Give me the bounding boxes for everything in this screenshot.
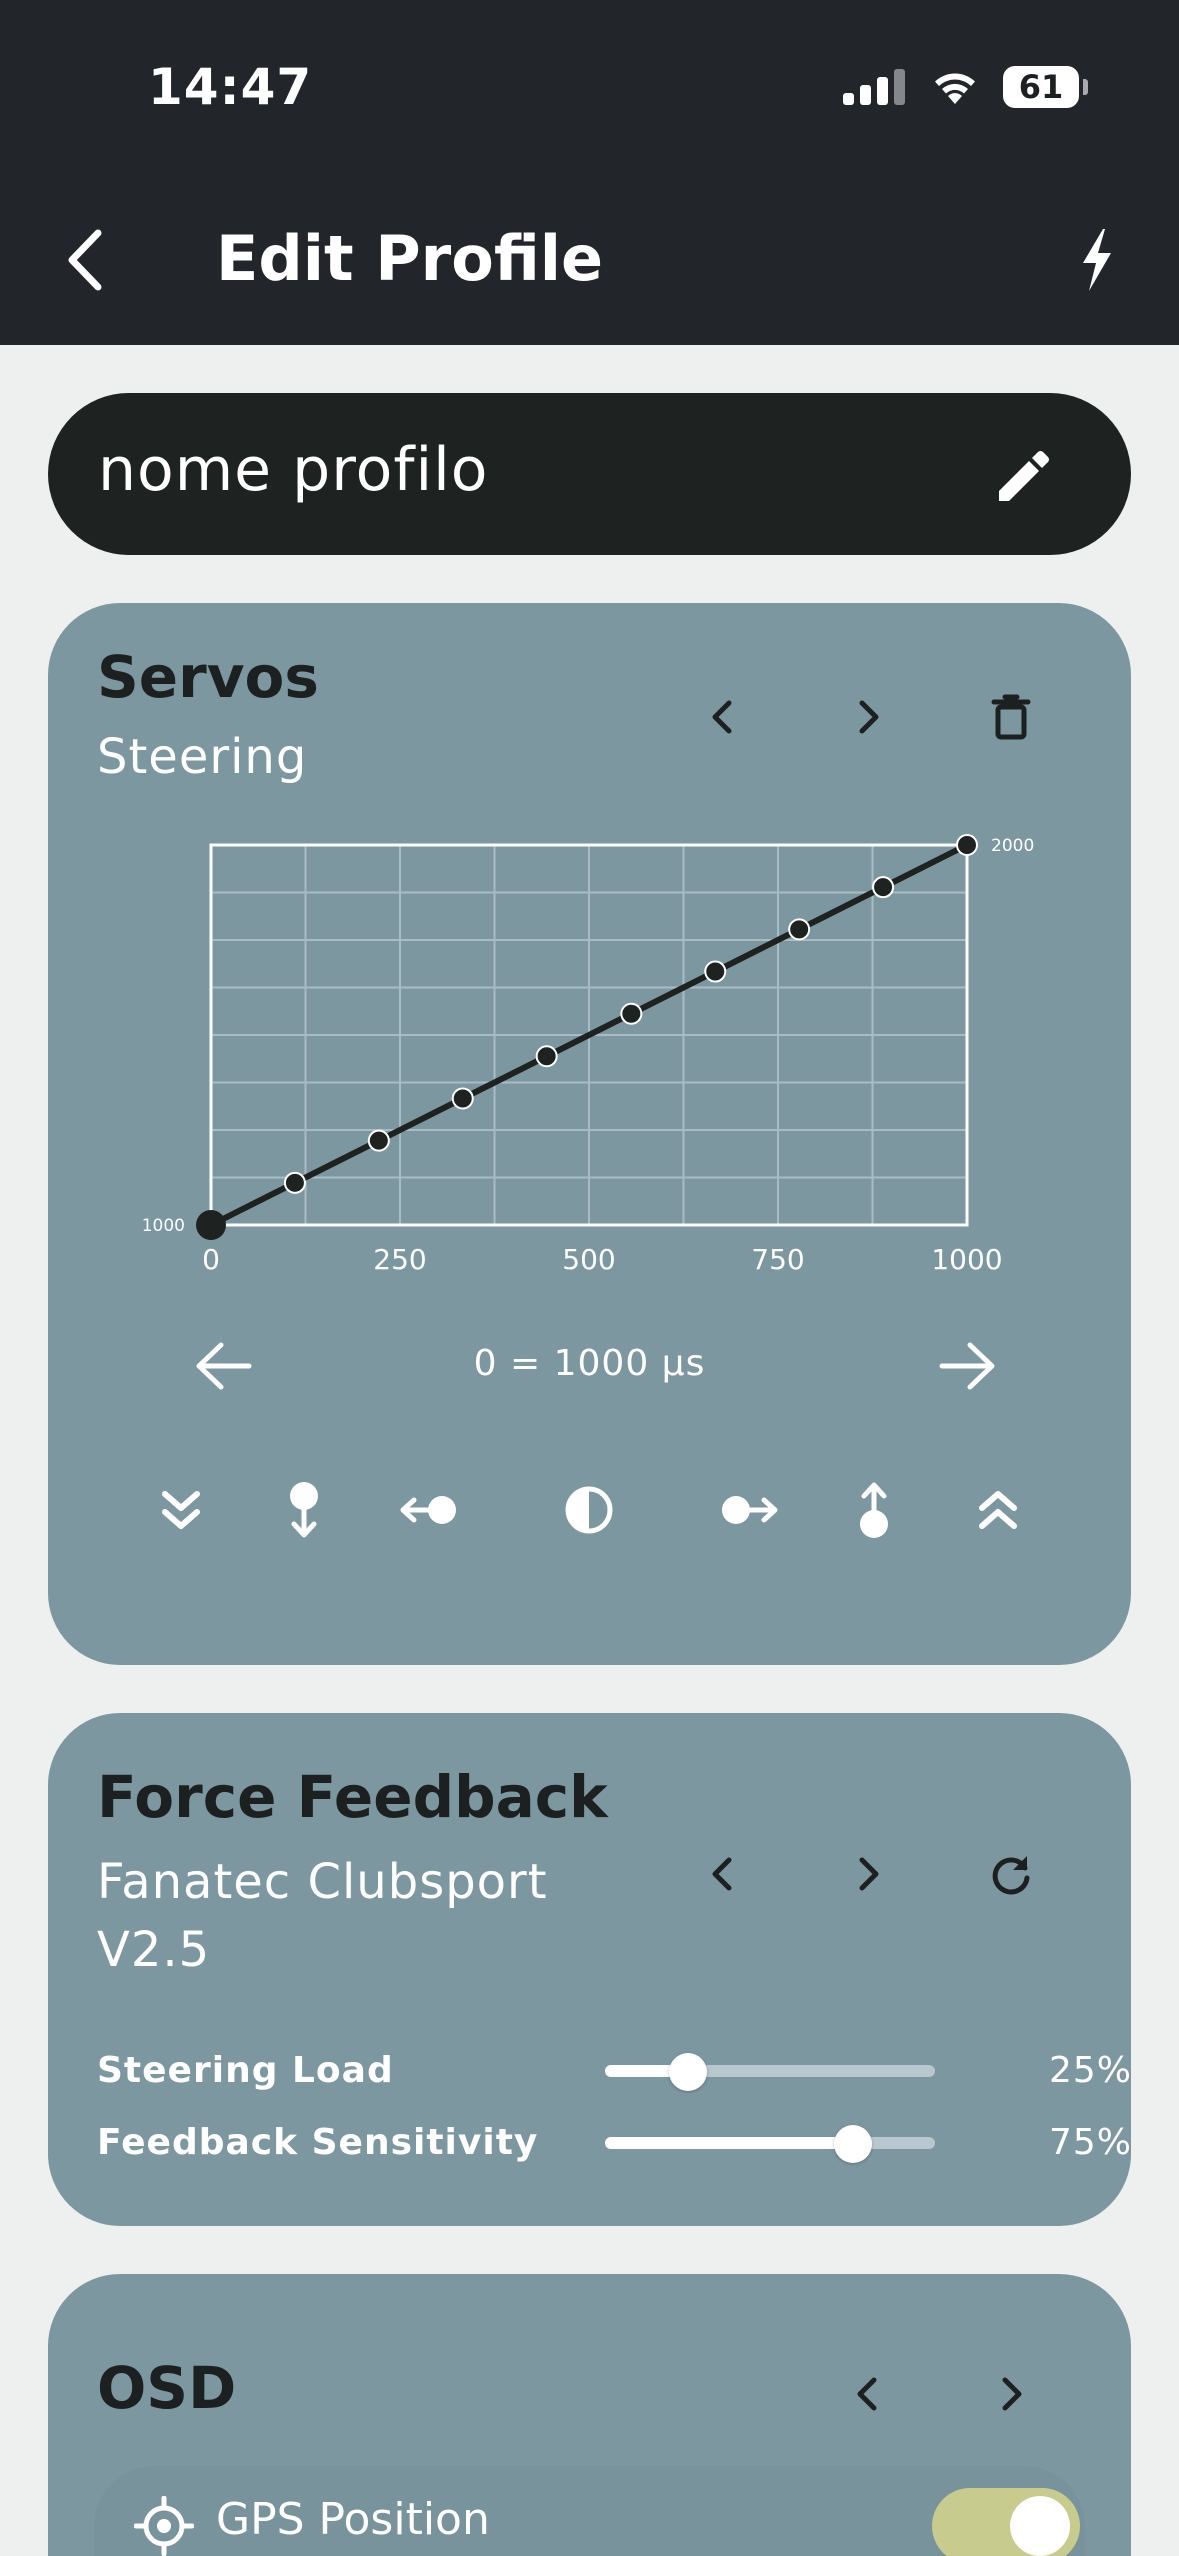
point-left-icon[interactable] [396,1478,460,1542]
pin-up-icon[interactable] [842,1478,906,1542]
force-feedback-title: Force Feedback [97,1763,608,1831]
back-chevron-icon[interactable] [60,225,110,295]
x-tick-label: 750 [751,1243,804,1276]
chevron-left-icon[interactable] [838,2364,898,2424]
x-tick-label: 0 [202,1243,220,1276]
pin-down-icon[interactable] [272,1478,336,1542]
profile-name-text: nome profilo [98,435,489,505]
slider-thumb[interactable] [833,2125,872,2163]
wifi-icon [935,73,975,104]
crosshair-icon [134,2496,194,2556]
data-point[interactable] [620,1002,643,1025]
double-chevron-up-icon[interactable] [966,1478,1030,1542]
data-point[interactable] [788,918,811,941]
slider-feedback-sensitivity: Feedback Sensitivity 75% [97,2112,1131,2172]
refresh-icon[interactable] [981,1844,1041,1904]
toggle-knob [1010,2496,1070,2556]
chevron-left-icon[interactable] [693,1844,753,1904]
slider-thumb[interactable] [668,2053,707,2091]
x-tick-label: 1000 [931,1243,1002,1276]
data-point[interactable] [367,1129,390,1152]
osd-item-gps[interactable]: GPS Position [94,2466,1085,2556]
battery-icon: 61 [1003,66,1088,108]
servo-curve-chart[interactable]: 0 250 500 750 1000 1000 2000 [48,603,1131,1303]
data-point[interactable] [283,1171,306,1194]
ff-device-name-line1: Fanatec Clubsport [97,1854,548,1910]
status-time: 14:47 [148,58,313,116]
double-chevron-down-icon[interactable] [149,1478,213,1542]
x-tick-label: 500 [562,1243,615,1276]
data-point[interactable] [196,1210,226,1240]
data-point[interactable] [704,960,727,983]
data-point[interactable] [451,1087,474,1110]
y-label-min: 1000 [142,1216,185,1236]
osd-card: OSD GPS Position [48,2274,1131,2556]
slider-label: Feedback Sensitivity [97,2122,539,2163]
slider-track[interactable] [605,2053,935,2091]
page-title: Edit Profile [216,222,604,295]
data-point[interactable] [956,834,978,856]
x-tick-label: 250 [373,1243,426,1276]
slider-value: 75% [1048,2122,1132,2163]
status-icons: 61 [843,62,1088,112]
ff-device-name-line2: V2.5 [97,1922,211,1978]
bolt-icon[interactable] [1071,225,1121,295]
slider-label: Steering Load [97,2050,394,2091]
force-feedback-card: Force Feedback Fanatec Clubsport V2.5 St… [48,1713,1131,2226]
chevron-right-icon[interactable] [981,2364,1041,2424]
y-label-max: 2000 [991,836,1034,856]
chevron-right-icon[interactable] [838,1844,898,1904]
slider-track[interactable] [605,2125,935,2163]
gps-toggle[interactable] [932,2488,1080,2556]
slider-value: 25% [1048,2050,1132,2091]
profile-name-field[interactable]: nome profilo [48,393,1131,555]
slider-steering-load: Steering Load 25% [97,2040,1131,2100]
pencil-icon[interactable] [991,441,1057,507]
half-circle-icon[interactable] [557,1478,621,1542]
slider-fill [605,2137,853,2149]
cellular-signal-icon [843,69,905,105]
arrow-right-icon[interactable] [928,1331,1008,1401]
servos-card: Servos Steering 0 250 500 750 1000 1000 2000 0… [48,603,1131,1665]
top-bar: 14:47 61 Edit Profile [0,0,1179,345]
data-point[interactable] [872,876,895,899]
osd-title: OSD [97,2354,237,2422]
osd-item-label: GPS Position [216,2494,490,2545]
point-right-icon[interactable] [718,1478,782,1542]
data-point[interactable] [535,1045,558,1068]
